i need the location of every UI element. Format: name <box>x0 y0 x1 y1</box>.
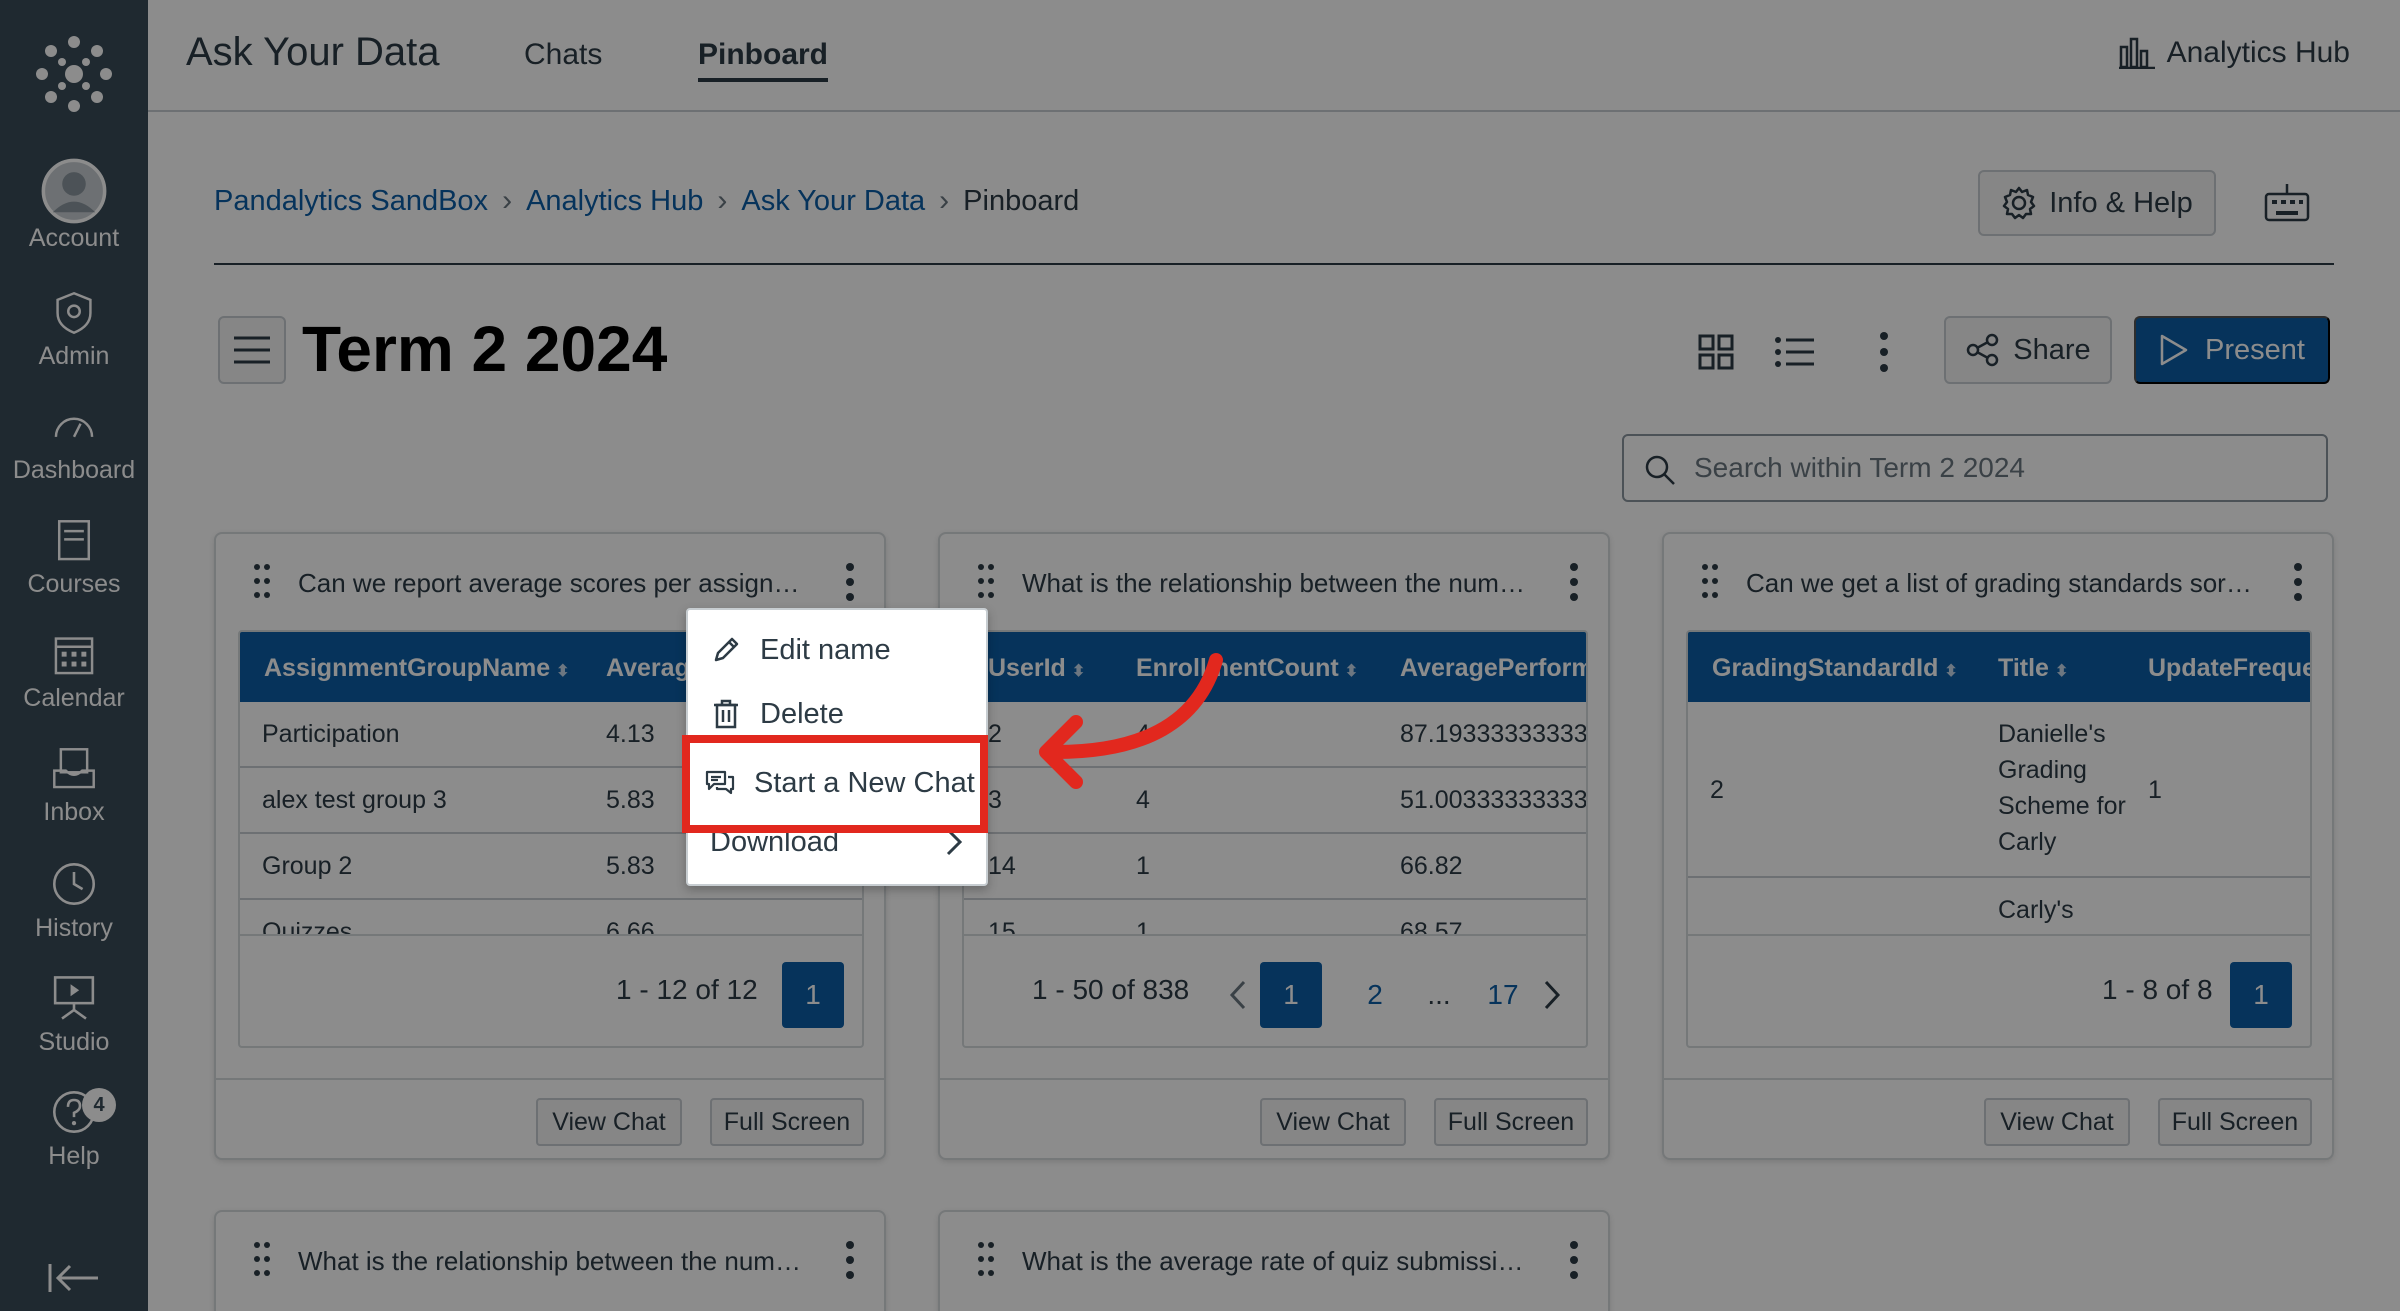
pencil-icon <box>714 637 739 662</box>
menu-item-label: Delete <box>760 697 844 730</box>
menu-item-label: Edit name <box>760 633 891 666</box>
menu-item-label: Start a New Chat <box>754 766 975 799</box>
highlight-box: Start a New Chat <box>682 735 988 833</box>
menu-item-edit-name[interactable]: Edit name <box>688 618 986 682</box>
trash-icon <box>714 699 738 729</box>
tutorial-arrow-icon <box>1039 653 1223 789</box>
chat-icon <box>705 770 735 795</box>
menu-item-start-new-chat[interactable]: Start a New Chat <box>690 751 980 815</box>
